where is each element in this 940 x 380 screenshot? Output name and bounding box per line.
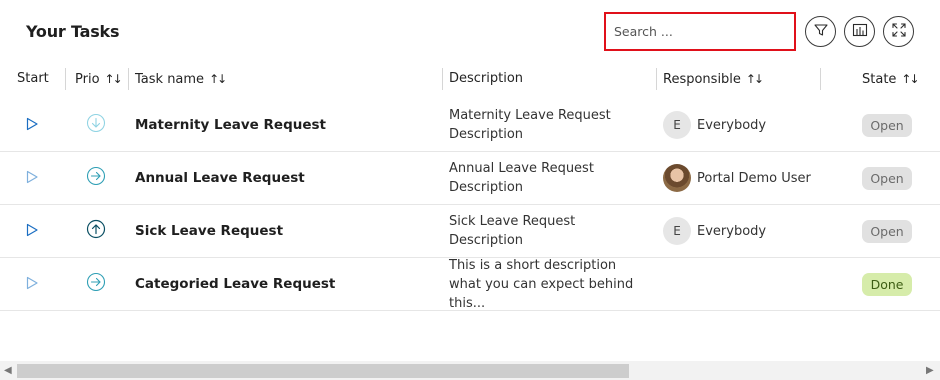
start-button[interactable] <box>25 205 39 257</box>
task-name[interactable]: Maternity Leave Request <box>135 117 326 133</box>
responsible: Portal Demo User <box>663 152 811 204</box>
arrow-right-circle-icon <box>86 166 106 190</box>
prio-indicator <box>86 152 106 204</box>
task-description: Sick Leave Request Description <box>449 214 576 248</box>
column-divider[interactable] <box>128 68 129 90</box>
responsible: E Everybody <box>663 99 766 151</box>
arrow-right-circle-icon <box>86 272 106 296</box>
scroll-right-icon[interactable]: ▶ <box>926 363 934 378</box>
avatar: E <box>663 111 691 139</box>
page-title: Your Tasks <box>26 22 120 41</box>
avatar <box>663 164 691 192</box>
column-divider[interactable] <box>65 68 66 90</box>
prio-indicator <box>86 99 106 151</box>
status-badge: Done <box>862 272 912 296</box>
columns-icon <box>852 22 868 42</box>
task-description: Annual Leave Request Description <box>449 161 594 195</box>
prio-indicator <box>86 205 106 257</box>
task-description: This is a short description what you can… <box>449 257 634 311</box>
column-divider[interactable] <box>820 68 821 90</box>
column-divider[interactable] <box>656 68 657 90</box>
status-badge: Open <box>862 219 912 243</box>
task-name[interactable]: Sick Leave Request <box>135 223 283 239</box>
responsible: E Everybody <box>663 205 766 257</box>
column-prio[interactable]: Prio ↑↓ <box>75 64 123 94</box>
horizontal-scrollbar[interactable]: ◀ ▶ <box>0 361 940 380</box>
sort-icon[interactable]: ↑↓ <box>746 64 764 94</box>
play-icon <box>25 275 39 294</box>
table-row[interactable]: Sick Leave Request Sick Leave Request De… <box>0 205 940 258</box>
task-description: Maternity Leave Request Description <box>449 108 611 142</box>
start-button[interactable] <box>25 99 39 151</box>
start-button[interactable] <box>25 152 39 204</box>
filter-button[interactable] <box>805 16 836 47</box>
play-icon <box>25 116 39 135</box>
avatar: E <box>663 217 691 245</box>
column-start: Start <box>17 71 49 86</box>
tasks-header: Your Tasks <box>0 0 940 64</box>
sort-icon[interactable]: ↑↓ <box>105 64 123 94</box>
task-name[interactable]: Categoried Leave Request <box>135 276 335 292</box>
responsible-name: Portal Demo User <box>697 170 811 186</box>
table-row[interactable]: Categoried Leave Request This is a short… <box>0 258 940 311</box>
search-input[interactable] <box>606 14 794 49</box>
sort-icon[interactable]: ↑↓ <box>209 64 227 94</box>
columns-button[interactable] <box>844 16 875 47</box>
table-header: Start Prio ↑↓ Task name ↑↓ Description Res… <box>0 64 940 94</box>
task-name[interactable]: Annual Leave Request <box>135 170 305 186</box>
filter-icon <box>813 22 829 42</box>
column-state[interactable]: State ↑↓ <box>862 64 920 94</box>
play-icon <box>25 222 39 241</box>
expand-button[interactable] <box>883 16 914 47</box>
prio-indicator <box>86 258 106 310</box>
column-divider[interactable] <box>442 68 443 90</box>
table-row[interactable]: Annual Leave Request Annual Leave Reques… <box>0 152 940 205</box>
sort-icon[interactable]: ↑↓ <box>901 64 919 94</box>
expand-icon <box>891 22 907 42</box>
status-badge: Open <box>862 113 912 137</box>
responsible-name: Everybody <box>697 223 767 239</box>
arrow-down-circle-icon <box>86 113 106 137</box>
scrollbar-thumb[interactable] <box>17 364 629 378</box>
play-icon <box>25 169 39 188</box>
arrow-up-circle-icon <box>86 219 106 243</box>
table-row[interactable]: Maternity Leave Request Maternity Leave … <box>0 99 940 152</box>
start-button[interactable] <box>25 258 39 310</box>
responsible-name: Everybody <box>697 117 767 133</box>
scroll-left-icon[interactable]: ◀ <box>4 363 12 378</box>
column-responsible[interactable]: Responsible ↑↓ <box>663 64 764 94</box>
status-badge: Open <box>862 166 912 190</box>
column-description: Description <box>449 71 524 86</box>
search-box[interactable] <box>604 12 796 51</box>
column-task-name[interactable]: Task name ↑↓ <box>135 64 227 94</box>
